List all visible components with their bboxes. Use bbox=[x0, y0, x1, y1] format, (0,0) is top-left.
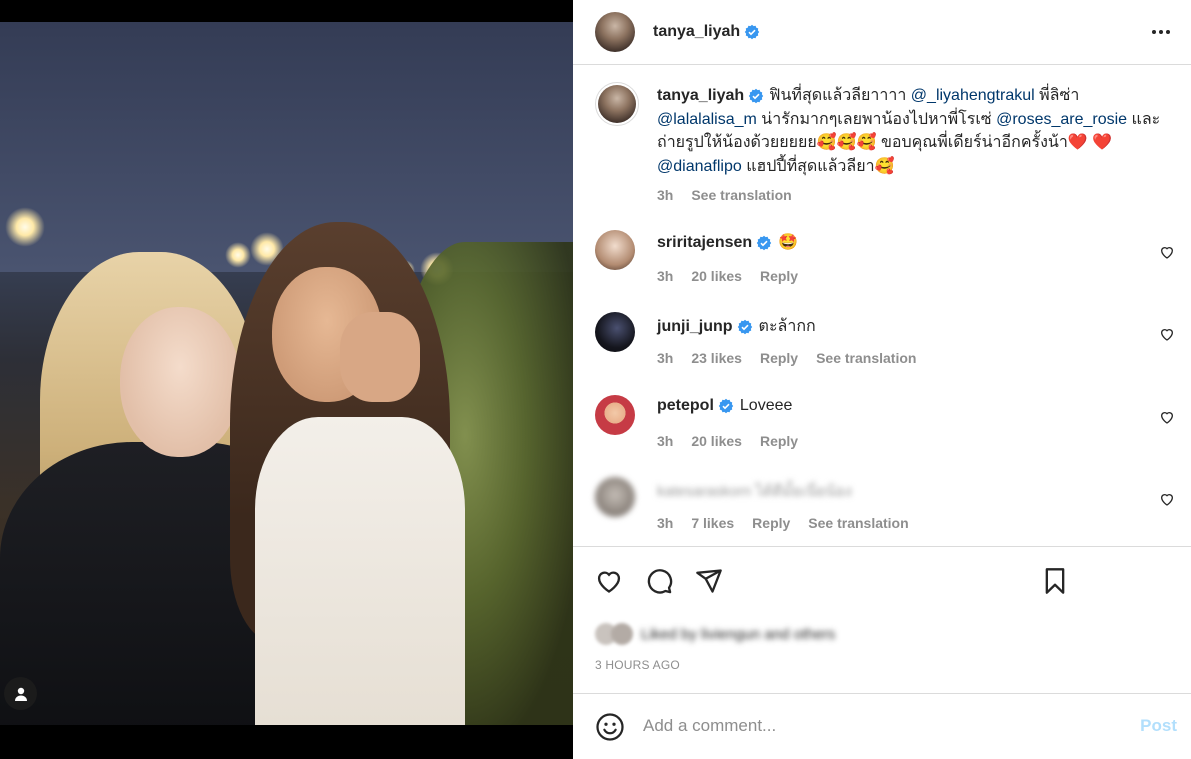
see-translation-link[interactable]: See translation bbox=[691, 187, 791, 203]
comment-time: 3h bbox=[657, 433, 674, 449]
comment-text: ตะล้ากก bbox=[758, 318, 816, 335]
peace-sign-hand bbox=[340, 312, 420, 402]
liked-by-text: Liked by liviengun and others bbox=[641, 625, 836, 643]
emoji-smiley-icon[interactable] bbox=[595, 712, 625, 742]
comment-meta: 3h 20 likes Reply bbox=[657, 268, 816, 284]
reply-button[interactable]: Reply bbox=[760, 350, 798, 366]
post-comment-button[interactable]: Post bbox=[1140, 716, 1177, 736]
like-heart-icon[interactable] bbox=[595, 567, 623, 595]
mention-link[interactable]: @dianaflipo bbox=[657, 158, 742, 175]
add-comment-bar: Add a comment... Post bbox=[573, 693, 1191, 759]
verified-badge-icon bbox=[737, 319, 752, 334]
verified-badge-icon bbox=[756, 235, 772, 250]
comment-likes[interactable]: 23 likes bbox=[691, 350, 742, 366]
mention-link[interactable]: @roses_are_rosie bbox=[996, 111, 1127, 128]
save-bookmark-icon[interactable] bbox=[1041, 567, 1069, 595]
comment-bubble-icon[interactable] bbox=[645, 567, 673, 595]
more-options-button[interactable] bbox=[1149, 20, 1173, 44]
liker-avatar bbox=[611, 623, 633, 645]
commenter-username[interactable]: katesaraskorn bbox=[657, 483, 751, 500]
liked-by-row[interactable]: Liked by liviengun and others bbox=[595, 621, 835, 647]
see-translation-link[interactable]: See translation bbox=[808, 515, 908, 531]
more-dots-icon bbox=[1152, 30, 1170, 34]
comment-text: Loveee bbox=[739, 397, 793, 414]
author-avatar[interactable] bbox=[595, 12, 635, 52]
commenter-username[interactable]: junji_junp bbox=[657, 318, 733, 335]
comment-likes[interactable]: 7 likes bbox=[691, 515, 734, 531]
comment-body: junji_junp ตะล้ากก bbox=[657, 314, 816, 339]
comment-time: 3h bbox=[657, 268, 674, 284]
comment-body: petepol Loveee bbox=[657, 397, 792, 415]
caption-text: tanya_liyah ฟินที่สุดแล้วลียาาาา @_liyahe… bbox=[657, 84, 1167, 208]
caption-meta: 3h See translation bbox=[657, 184, 1167, 208]
verified-badge-icon bbox=[748, 88, 764, 103]
reply-button[interactable]: Reply bbox=[752, 515, 790, 531]
comment-likes[interactable]: 20 likes bbox=[691, 433, 742, 449]
person-left-face bbox=[120, 307, 240, 457]
comment-item: sriritajensen 🤩 3h 20 likes Reply bbox=[595, 230, 1175, 292]
caption-part: ฟินที่สุดแล้วลียาาาา bbox=[769, 87, 911, 104]
caption-part: แฮปปี้ที่สุดแล้วลียา🥰 bbox=[741, 157, 895, 175]
verified-badge-icon bbox=[718, 398, 734, 413]
commenter-username[interactable]: petepol bbox=[657, 397, 714, 414]
mention-link[interactable]: @_liyahengtrakul bbox=[911, 87, 1035, 104]
caption-avatar[interactable] bbox=[595, 82, 639, 126]
commenter-avatar[interactable] bbox=[595, 395, 635, 435]
like-comment-heart-icon[interactable] bbox=[1159, 491, 1175, 507]
post-actions: Liked by liviengun and others 3 HOURS AG… bbox=[573, 546, 1191, 694]
like-comment-heart-icon[interactable] bbox=[1159, 326, 1175, 342]
comment-item: katesaraskorn ได้ดีมั้ยเนี่ยน้อง 3h 7 lik… bbox=[595, 477, 1175, 539]
share-paper-plane-icon[interactable] bbox=[695, 567, 723, 595]
tagged-users-button[interactable] bbox=[4, 677, 37, 710]
comment-text: 🤩 bbox=[778, 234, 799, 251]
commenter-avatar[interactable] bbox=[595, 477, 635, 517]
comment-item: junji_junp ตะล้ากก 3h 23 likes Reply See tra… bbox=[595, 312, 1175, 374]
comment-meta: 3h 23 likes Reply See translation bbox=[657, 350, 934, 366]
photo-panel bbox=[0, 0, 573, 759]
commenter-avatar[interactable] bbox=[595, 230, 635, 270]
mention-link[interactable]: @lalalalisa_m bbox=[657, 111, 757, 128]
user-icon bbox=[14, 687, 27, 701]
comment-time: 3h bbox=[657, 350, 674, 366]
like-comment-heart-icon[interactable] bbox=[1159, 244, 1175, 260]
commenter-avatar[interactable] bbox=[595, 312, 635, 352]
caption-time: 3h bbox=[657, 187, 674, 203]
post-timestamp[interactable]: 3 HOURS AGO bbox=[595, 658, 680, 672]
comment-input[interactable]: Add a comment... bbox=[643, 716, 776, 736]
post-header: tanya_liyah bbox=[573, 0, 1191, 65]
comment-meta: 3h 20 likes Reply bbox=[657, 433, 816, 449]
post-sidebar: tanya_liyah tanya_liyah ฟินที่สุดแล้วลียา… bbox=[573, 0, 1191, 759]
caption-author[interactable]: tanya_liyah bbox=[657, 87, 744, 104]
caption-part: น่ารักมากๆเลยพาน้องไปหาพี่โรเซ่ bbox=[756, 110, 997, 128]
reply-button[interactable]: Reply bbox=[760, 268, 798, 284]
author-username[interactable]: tanya_liyah bbox=[653, 23, 740, 41]
comment-body: sriritajensen 🤩 bbox=[657, 232, 798, 252]
like-comment-heart-icon[interactable] bbox=[1159, 409, 1175, 425]
caption-part: พี่ลิซ่า bbox=[1034, 87, 1080, 104]
comment-body: katesaraskorn ได้ดีมั้ยเนี่ยน้อง bbox=[657, 479, 852, 503]
person-right-body bbox=[255, 417, 465, 725]
comment-text: ได้ดีมั้ยเนี่ยน้อง bbox=[755, 483, 852, 500]
comments-list[interactable]: tanya_liyah ฟินที่สุดแล้วลียาาาา @_liyahe… bbox=[573, 66, 1191, 546]
verified-badge-icon bbox=[744, 24, 760, 40]
reply-button[interactable]: Reply bbox=[760, 433, 798, 449]
comment-meta: 3h 7 likes Reply See translation bbox=[657, 515, 927, 531]
commenter-username[interactable]: sriritajensen bbox=[657, 234, 752, 251]
comment-likes[interactable]: 20 likes bbox=[691, 268, 742, 284]
see-translation-link[interactable]: See translation bbox=[816, 350, 916, 366]
instagram-post-view: tanya_liyah tanya_liyah ฟินที่สุดแล้วลียา… bbox=[0, 0, 1191, 759]
post-photo[interactable] bbox=[0, 22, 573, 725]
comment-item: petepol Loveee 3h 20 likes Reply bbox=[595, 395, 1175, 457]
comment-time: 3h bbox=[657, 515, 674, 531]
